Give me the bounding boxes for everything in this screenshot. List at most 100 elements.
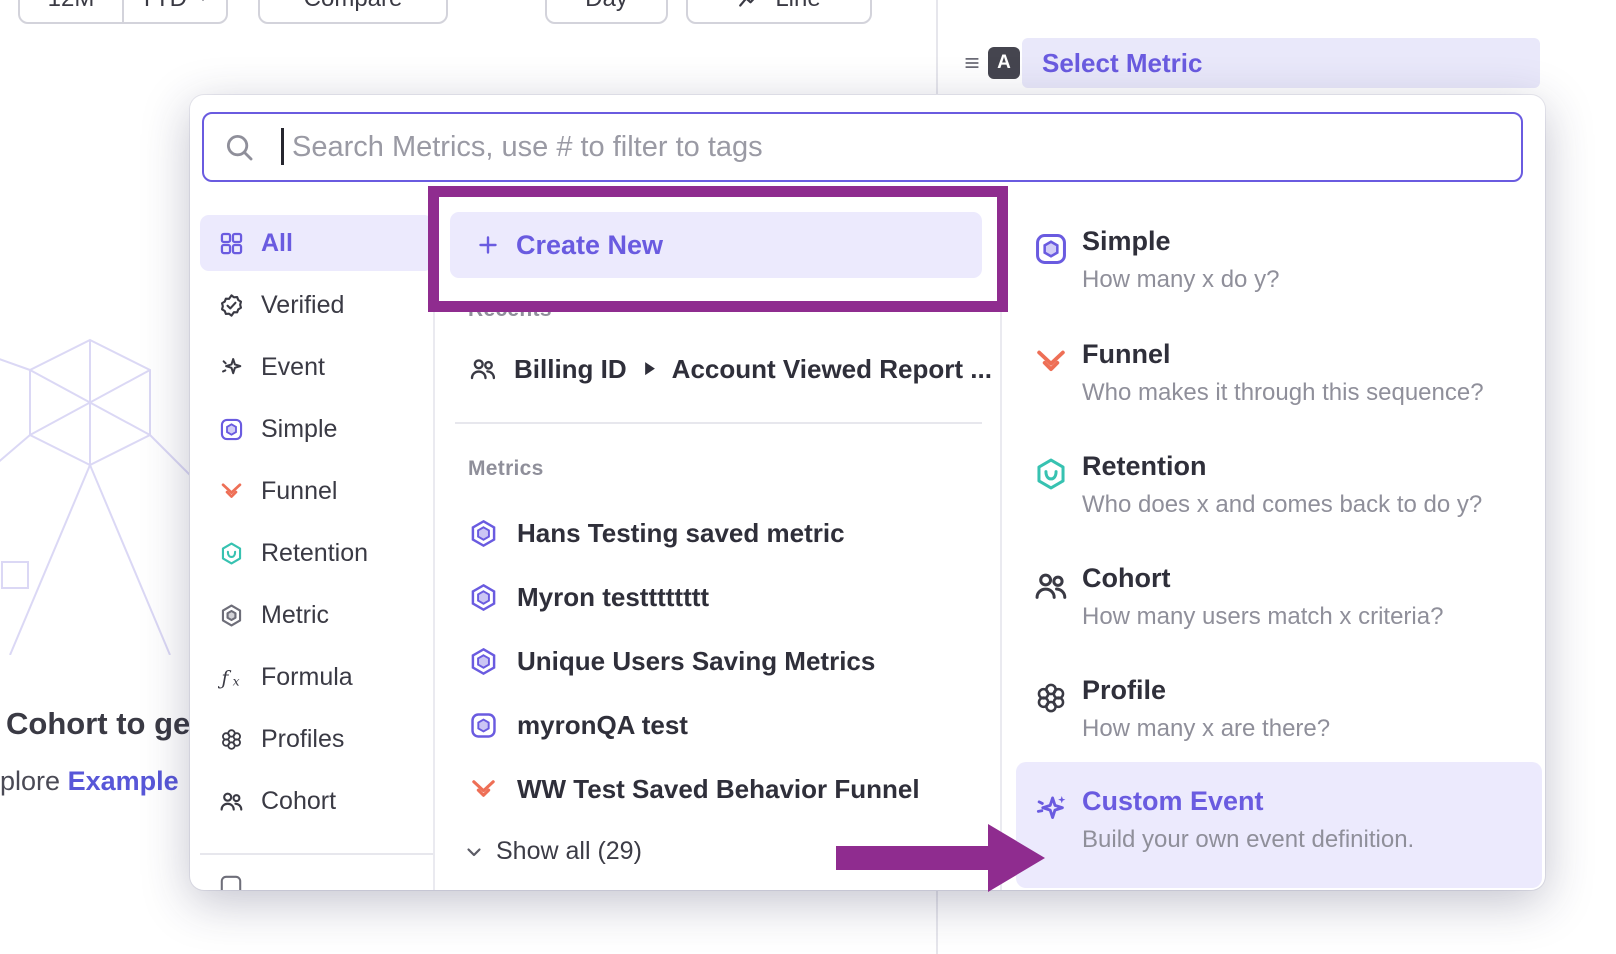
- metric-list-item[interactable]: Unique Users Saving Metrics: [468, 636, 875, 686]
- svg-text:x: x: [233, 674, 240, 688]
- type-custom-event[interactable]: Custom Event Build your own event defini…: [1016, 762, 1542, 888]
- metric-picker-modal: All Verified Event Simple Funnel Retenti…: [190, 95, 1545, 890]
- example-link[interactable]: Example: [68, 766, 179, 796]
- hexagon-metric-icon: [468, 518, 499, 549]
- recents-header: Recents: [468, 298, 552, 322]
- simple-icon: [1032, 230, 1070, 268]
- sidebar-item-all[interactable]: All: [200, 215, 433, 271]
- select-metric-label: Select Metric: [1042, 48, 1202, 79]
- line-chart-type-button[interactable]: Line: [686, 0, 872, 24]
- sidebar-item-metric[interactable]: Metric: [200, 587, 433, 643]
- sidebar-item-label: Profiles: [261, 725, 344, 754]
- background-headline: Cohort to ge: [6, 706, 190, 742]
- app-root: 12M YTD Compare Day Line Cohort to ge pl…: [0, 0, 1616, 954]
- type-cohort[interactable]: Cohort How many users match x criteria?: [1016, 559, 1542, 665]
- explore-prefix: plore: [0, 766, 60, 796]
- day-label: Day: [585, 0, 628, 13]
- simple-icon: [218, 416, 245, 443]
- sidebar-item-label: Cohort: [261, 787, 336, 816]
- type-title: Profile: [1082, 675, 1166, 706]
- recent-item[interactable]: Billing ID Account Viewed Report ...: [468, 345, 992, 393]
- line-label: Line: [775, 0, 820, 13]
- search-icon: [222, 130, 256, 164]
- sidebar-divider: [200, 853, 433, 855]
- plus-icon: [476, 233, 500, 257]
- type-retention[interactable]: Retention Who does x and comes back to d…: [1016, 447, 1542, 553]
- sidebar-item-label: Simple: [261, 415, 337, 444]
- sidebar-item-verified[interactable]: Verified: [200, 277, 433, 333]
- type-title: Cohort: [1082, 563, 1170, 594]
- range-ytd-button[interactable]: YTD: [124, 0, 226, 22]
- metric-name: Myron testttttttt: [517, 582, 709, 613]
- day-interval-button[interactable]: Day: [545, 0, 668, 24]
- drag-handle-icon[interactable]: [961, 52, 983, 74]
- line-chart-icon: [737, 0, 763, 12]
- range-12m-button[interactable]: 12M: [20, 0, 122, 22]
- cohort-icon: [1032, 567, 1070, 605]
- show-all-label: Show all (29): [496, 837, 642, 866]
- sidebar-item-cohort[interactable]: Cohort: [200, 773, 433, 829]
- sidebar-item-event[interactable]: Event: [200, 339, 433, 395]
- sidebar-item-label: Formula: [261, 663, 353, 692]
- sidebar-item-profiles[interactable]: Profiles: [200, 711, 433, 767]
- sidebar-item-simple[interactable]: Simple: [200, 401, 433, 457]
- type-title: Simple: [1082, 226, 1171, 257]
- verified-icon: [218, 292, 245, 319]
- funnel-icon: [1032, 343, 1070, 381]
- sidebar-item-label: Verified: [261, 291, 344, 320]
- people-icon: [468, 354, 498, 384]
- caret-down-icon: [195, 0, 211, 7]
- sidebar-item-label: All: [261, 229, 293, 258]
- type-title: Custom Event: [1082, 786, 1264, 817]
- background-explore-line: plore Example: [0, 766, 179, 797]
- type-description: How many x do y?: [1082, 266, 1279, 294]
- sidebar-item-funnel[interactable]: Funnel: [200, 463, 433, 519]
- cohort-icon: [218, 788, 245, 815]
- sidebar-item-retention[interactable]: Retention: [200, 525, 433, 581]
- metrics-header: Metrics: [468, 457, 544, 481]
- formula-icon: ƒx: [218, 664, 245, 691]
- metric-list-item[interactable]: myronQA test: [468, 700, 688, 750]
- sidebar-item-label: Event: [261, 353, 325, 382]
- funnel-icon: [468, 774, 499, 805]
- retention-icon: [218, 540, 245, 567]
- search-input[interactable]: [204, 114, 1521, 180]
- metric-list-item[interactable]: WW Test Saved Behavior Funnel: [468, 764, 920, 814]
- metric-name: Unique Users Saving Metrics: [517, 646, 875, 677]
- recents-divider: [455, 422, 982, 424]
- type-title: Retention: [1082, 451, 1207, 482]
- column-divider: [1000, 207, 1002, 890]
- date-range-segment: 12M YTD: [18, 0, 228, 24]
- profile-icon: [1032, 679, 1070, 717]
- chevron-down-icon: [462, 840, 486, 864]
- metric-row-badge[interactable]: A: [988, 47, 1020, 79]
- recent-item-detail: Account Viewed Report ...: [672, 354, 992, 385]
- type-funnel[interactable]: Funnel Who makes it through this sequenc…: [1016, 335, 1542, 441]
- type-description: Build your own event definition.: [1082, 826, 1414, 854]
- type-simple[interactable]: Simple How many x do y?: [1016, 222, 1542, 328]
- metric-list-item[interactable]: Hans Testing saved metric: [468, 508, 845, 558]
- event-icon: [218, 354, 245, 381]
- create-new-button[interactable]: Create New: [450, 212, 982, 278]
- range-ytd-label: YTD: [139, 0, 187, 13]
- background-illustration: [0, 325, 210, 655]
- sidebar-item-partial-icon[interactable]: [218, 873, 244, 890]
- custom-event-icon: [1032, 790, 1070, 828]
- sidebar-item-label: Funnel: [261, 477, 337, 506]
- sidebar-item-label: Retention: [261, 539, 368, 568]
- sidebar-item-formula[interactable]: ƒx Formula: [200, 649, 433, 705]
- metric-list-item[interactable]: Myron testttttttt: [468, 572, 709, 622]
- type-description: Who makes it through this sequence?: [1082, 379, 1484, 407]
- range-12m-label: 12M: [48, 0, 95, 13]
- type-description: Who does x and comes back to do y?: [1082, 491, 1482, 519]
- column-divider: [433, 207, 435, 890]
- select-metric-bar[interactable]: Select Metric: [1022, 38, 1540, 88]
- profiles-icon: [218, 726, 245, 753]
- text-cursor: [281, 128, 284, 165]
- recent-item-event: Billing ID: [514, 354, 627, 385]
- create-new-label: Create New: [516, 230, 663, 261]
- search-box: [202, 112, 1523, 182]
- funnel-icon: [218, 478, 245, 505]
- compare-button[interactable]: Compare: [258, 0, 448, 24]
- show-all-button[interactable]: Show all (29): [462, 837, 642, 866]
